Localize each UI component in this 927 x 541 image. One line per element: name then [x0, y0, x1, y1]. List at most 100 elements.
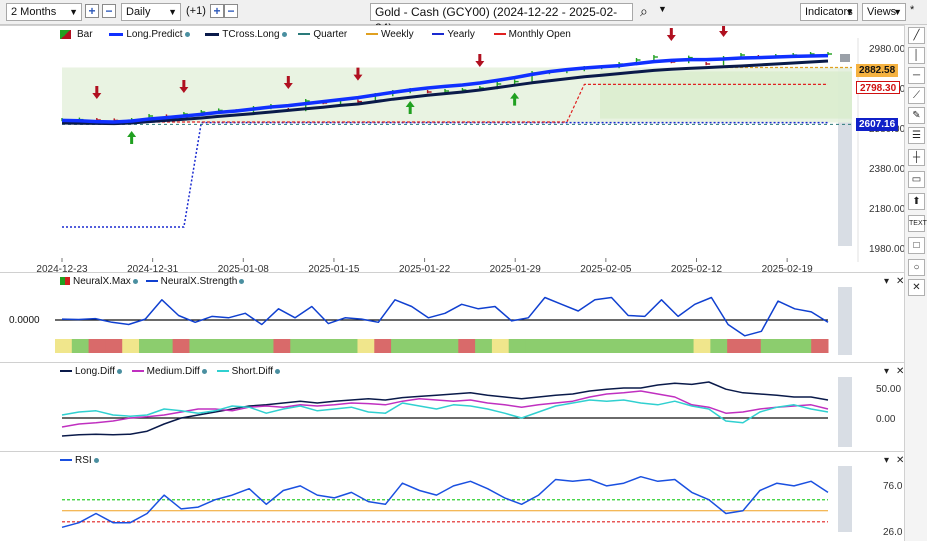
monthly-open-swatch — [493, 33, 506, 36]
diff-scrollbar — [838, 377, 852, 447]
neuralx-max-block — [105, 339, 123, 353]
weekly-swatch — [366, 33, 378, 36]
quarter-legend-label: Quarter — [313, 29, 348, 40]
neuralx-max-block — [122, 339, 140, 353]
bar-legend-label: Bar — [77, 29, 93, 40]
neuralx-zero-label: 0.0000 — [9, 315, 40, 326]
search-icon[interactable]: ⌕ — [640, 3, 648, 20]
quarter-zone-inner — [600, 71, 852, 119]
asterisk-marker: * — [910, 4, 915, 16]
search-dropdown-icon[interactable]: ▼ — [658, 4, 667, 14]
neuralx-max-block — [391, 339, 409, 353]
neuralx-max-block — [256, 339, 274, 353]
settings-dot-icon[interactable] — [184, 31, 190, 37]
neuralx-max-block — [458, 339, 476, 353]
neuralx-max-block — [273, 339, 291, 353]
medium-diff-swatch — [131, 370, 144, 373]
collapse-pane-icon[interactable]: ▾ — [884, 276, 889, 287]
rectangle-tool-icon[interactable]: □ — [908, 237, 925, 254]
settings-dot-icon[interactable] — [239, 278, 245, 284]
yearly-legend-label: Yearly — [447, 29, 475, 40]
yearly-price-tag: 2607.16 — [856, 118, 899, 131]
settings-dot-icon[interactable] — [201, 368, 207, 374]
rsi-y-tick-label: 26.0 — [883, 527, 903, 538]
quarter-swatch — [298, 33, 311, 36]
range-select-value: 2 Months — [11, 6, 57, 18]
medium-diff-line — [61, 390, 829, 428]
neuralx-max-block — [676, 339, 695, 353]
neuralx-scrollbar — [838, 287, 852, 355]
weekly-legend-label: Weekly — [381, 29, 414, 40]
views-label: Views — [867, 6, 897, 18]
price-chart: 2980.002780.002580.002380.002180.001980.… — [36, 26, 906, 273]
zoom-out-button[interactable]: − — [102, 4, 116, 18]
neuralx-max-block — [542, 339, 560, 353]
settings-dot-icon[interactable] — [275, 368, 281, 374]
neuralx-strength-line — [61, 296, 829, 337]
neuralx-max-block — [575, 339, 594, 353]
medium-diff-legend-label: Medium.Diff — [146, 366, 200, 377]
chevron-down-icon: ▼ — [893, 7, 902, 17]
neuralx-max-block — [508, 339, 527, 353]
neuralx-max-block — [223, 339, 241, 353]
settings-dot-icon[interactable] — [132, 278, 138, 284]
rsi-y-tick-label: 76.0 — [883, 481, 903, 492]
neuralx-max-block — [139, 339, 157, 353]
settings-dot-icon[interactable] — [281, 31, 287, 37]
down-arrow-marker — [719, 26, 729, 37]
neuralx-pane[interactable]: NeuralX.Max NeuralX.Strength 0.0000 ▾ ✕ — [0, 272, 908, 362]
arrow-tool-icon[interactable]: ⬆ — [908, 193, 925, 210]
neuralx-max-block — [491, 339, 510, 353]
neuralx-max-block — [424, 339, 442, 353]
zoom-in-button[interactable]: + — [85, 4, 99, 18]
neuralx-max-block — [592, 339, 611, 353]
horizontal-line-tool-icon[interactable]: ─ — [908, 67, 925, 84]
symbol-title-field[interactable]: Gold - Cash (GCY00) (2024-12-22 - 2025-0… — [370, 3, 633, 35]
up-arrow-marker — [127, 131, 137, 144]
offset-minus-button[interactable]: − — [224, 4, 238, 18]
collapse-pane-icon[interactable]: ▾ — [884, 455, 889, 466]
interval-select[interactable]: Daily ▼ — [121, 3, 181, 21]
neuralx-max-block — [206, 339, 224, 353]
price-pane[interactable]: 2980.002780.002580.002380.002180.001980.… — [0, 25, 908, 273]
diff-y-tick-label: 50.00 — [876, 384, 901, 395]
ellipse-tool-icon[interactable]: ○ — [908, 259, 925, 276]
views-button[interactable]: Views ▼ — [862, 3, 906, 21]
crosshair-tool-icon[interactable]: ┼ — [908, 149, 925, 166]
range-select[interactable]: 2 Months ▼ — [6, 3, 82, 21]
neuralx-max-block — [88, 339, 106, 353]
neuralx-max-block — [71, 339, 90, 353]
neuralx-max-block — [475, 339, 493, 353]
neuralx-max-block — [155, 339, 174, 353]
neuralx-max-block — [643, 339, 661, 353]
neuralx-max-block — [525, 339, 543, 353]
settings-dot-icon[interactable] — [116, 368, 122, 374]
neuralx-max-block — [189, 339, 207, 353]
delete-drawings-icon[interactable]: ✕ — [908, 279, 925, 296]
trendline-tool-icon[interactable]: ╱ — [908, 27, 925, 44]
ray-tool-icon[interactable]: ⟋ — [908, 87, 925, 104]
fibonacci-tool-icon[interactable]: ☰ — [908, 127, 925, 144]
text-tool-icon[interactable]: TEXT — [908, 215, 927, 232]
rsi-pane[interactable]: 76.0 26.0 RSI ▾ ✕ — [0, 451, 908, 541]
offset-plus-button[interactable]: + — [210, 4, 224, 18]
collapse-pane-icon[interactable]: ▾ — [884, 366, 889, 377]
brush-tool-icon[interactable]: ✎ — [908, 107, 925, 124]
chevron-down-icon: ▼ — [69, 7, 78, 17]
y-tick-label: 2180.00 — [869, 204, 906, 215]
rsi-chart: 76.0 26.0 — [61, 466, 903, 538]
price-legend: Bar Long.Predict TCross.Long Quarter Wee… — [60, 29, 571, 40]
neuralx-max-block — [55, 339, 73, 353]
chevron-down-icon: ▼ — [845, 7, 854, 17]
indicators-button[interactable]: Indicators ▼ — [800, 3, 858, 21]
neuralx-max-block — [441, 339, 459, 353]
neuralx-max-block — [693, 339, 711, 353]
neuralx-strength-legend-label: NeuralX.Strength — [160, 276, 238, 287]
callout-tool-icon[interactable]: ▭ — [908, 171, 925, 188]
neuralx-max-block — [307, 339, 325, 353]
neuralx-max-block — [374, 339, 392, 353]
vertical-line-tool-icon[interactable]: │ — [908, 47, 925, 64]
settings-dot-icon[interactable] — [93, 457, 99, 463]
neuralx-max-block — [743, 339, 762, 353]
diff-pane[interactable]: 50.00 0.00 Long.Diff Medium.Diff Short.Di… — [0, 362, 908, 451]
